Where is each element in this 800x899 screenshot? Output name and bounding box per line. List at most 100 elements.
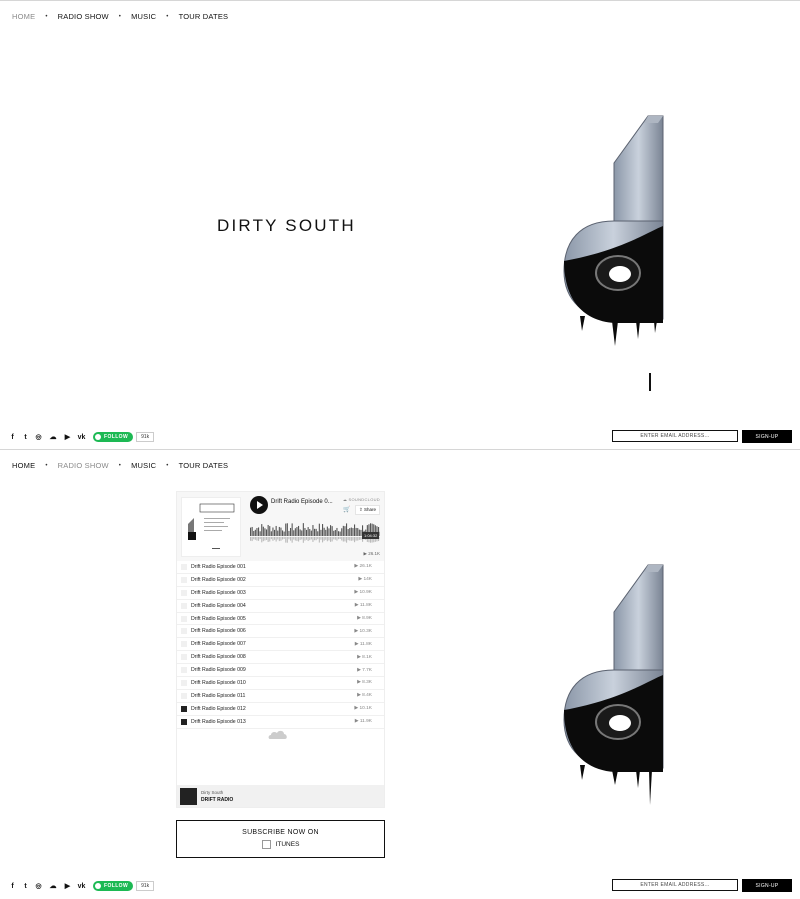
- waveform-reflection: [288, 537, 290, 540]
- share-button[interactable]: ⇪ Share: [355, 505, 381, 515]
- waveform-bar: [269, 526, 271, 536]
- waveform-reflection: [304, 537, 306, 541]
- waveform-reflection: [282, 537, 284, 540]
- vk-icon[interactable]: vk: [76, 433, 87, 442]
- waveform-reflection: [349, 537, 351, 541]
- waveform-reflection: [291, 537, 293, 543]
- twitter-icon[interactable]: t: [21, 882, 30, 891]
- episode-row[interactable]: Drift Radio Episode 002 ▶ 14K: [177, 574, 384, 587]
- waveform-reflection: [261, 537, 263, 543]
- nav-home[interactable]: HOME: [12, 461, 35, 470]
- waveform-reflection: [334, 537, 336, 540]
- episode-row[interactable]: Drift Radio Episode 001 ▶ 26.1K: [177, 561, 384, 574]
- footer-user[interactable]: Dirty South: [201, 790, 223, 795]
- facebook-icon[interactable]: f: [8, 433, 17, 442]
- subscribe-text: SUBSCRIBE NOW ON: [242, 829, 319, 836]
- waveform-bar: [299, 529, 301, 536]
- vk-icon[interactable]: vk: [76, 882, 87, 891]
- footer-playlist[interactable]: DRIFT RADIO: [201, 797, 233, 803]
- episode-row[interactable]: Drift Radio Episode 010 ▶ 8.3K: [177, 677, 384, 690]
- waveform-bar: [302, 523, 304, 536]
- episode-row[interactable]: Drift Radio Episode 012 ▶ 10.1K: [177, 703, 384, 716]
- episode-row[interactable]: Drift Radio Episode 007 ▶ 11.8K: [177, 638, 384, 652]
- episode-row[interactable]: Drift Radio Episode 011 ▶ 8.4K: [177, 690, 384, 703]
- soundcloud-icon[interactable]: [268, 730, 288, 740]
- episode-title: Drift Radio Episode 007: [191, 641, 246, 648]
- waveform-bar: [346, 523, 348, 536]
- nav-tour-dates[interactable]: TOUR DATES: [179, 461, 229, 470]
- episode-title: Drift Radio Episode 011: [191, 692, 246, 699]
- waveform-reflection: [294, 537, 296, 541]
- waveform-reflection: [328, 537, 330, 541]
- avatar[interactable]: [180, 788, 197, 805]
- episode-row[interactable]: Drift Radio Episode 013 ▶ 11.9K: [177, 716, 384, 729]
- waveform-bar: [291, 523, 293, 536]
- episode-row[interactable]: Drift Radio Episode 003 ▶ 10.9K: [177, 587, 384, 600]
- signup-button[interactable]: SIGN-UP: [742, 879, 792, 892]
- nav-radio-show[interactable]: RADIO SHOW: [58, 461, 109, 470]
- itunes-link[interactable]: ITUNES: [177, 840, 384, 849]
- waveform[interactable]: [250, 520, 380, 546]
- waveform-reflection: [312, 537, 314, 542]
- waveform-reflection: [336, 537, 338, 541]
- waveform-reflection: [264, 537, 266, 541]
- home-section: HOME • RADIO SHOW • MUSIC • TOUR DATES D…: [0, 0, 800, 449]
- waveform-reflection: [339, 537, 341, 539]
- episode-row[interactable]: Drift Radio Episode 006 ▶ 10.3K: [177, 625, 384, 639]
- play-button[interactable]: [250, 496, 268, 514]
- cover-art[interactable]: [181, 497, 241, 557]
- email-input[interactable]: [612, 879, 738, 891]
- waveform-reflection: [270, 537, 272, 540]
- waveform-bar: [339, 531, 341, 536]
- itunes-subscribe-box[interactable]: SUBSCRIBE NOW ON ITUNES: [176, 820, 385, 858]
- waveform-bar: [355, 527, 357, 536]
- youtube-icon[interactable]: ▶: [63, 882, 72, 891]
- waveform-bar: [256, 528, 258, 536]
- waveform-bar: [307, 527, 309, 536]
- youtube-icon[interactable]: ▶: [63, 433, 72, 442]
- waveform-reflection: [342, 537, 344, 542]
- episode-row[interactable]: Drift Radio Episode 008 ▶ 8.1K: [177, 651, 384, 665]
- signup-button[interactable]: SIGN-UP: [742, 430, 792, 443]
- episode-title: Drift Radio Episode 009: [191, 667, 246, 674]
- episode-row[interactable]: Drift Radio Episode 005 ▶ 8.9K: [177, 613, 384, 626]
- waveform-reflection: [254, 537, 256, 540]
- waveform-bar: [293, 530, 295, 536]
- waveform-reflection: [258, 537, 260, 541]
- twitter-icon[interactable]: t: [21, 433, 30, 442]
- nav-radio-show[interactable]: RADIO SHOW: [58, 12, 109, 21]
- spotify-follow[interactable]: FOLLOW 91k: [93, 881, 155, 891]
- waveform-bar: [280, 527, 282, 536]
- waveform-bar: [341, 528, 343, 536]
- email-input[interactable]: [612, 430, 738, 442]
- buy-cart-icon[interactable]: 🛒: [343, 506, 350, 513]
- waveform-bar: [274, 529, 276, 536]
- spotify-follow-button[interactable]: FOLLOW: [93, 432, 134, 442]
- nav-music[interactable]: MUSIC: [131, 461, 156, 470]
- waveform-bar: [354, 524, 356, 536]
- nav-tour-dates[interactable]: TOUR DATES: [179, 12, 229, 21]
- episode-row[interactable]: Drift Radio Episode 004 ▶ 11.8K: [177, 600, 384, 613]
- footer-bar: f t ◎ ☁ ▶ vk FOLLOW 91k SIGN-UP: [0, 429, 800, 449]
- soundcloud-brand[interactable]: ☁ SOUNDCLOUD: [343, 497, 380, 502]
- instagram-icon[interactable]: ◎: [34, 882, 43, 891]
- episode-row[interactable]: Drift Radio Episode 009 ▶ 7.7K: [177, 664, 384, 678]
- radio-show-section: HOME • RADIO SHOW • MUSIC • TOUR DATES D…: [0, 449, 800, 899]
- waveform-reflection: [269, 537, 271, 542]
- instagram-icon[interactable]: ◎: [34, 433, 43, 442]
- episode-thumbnail: [181, 667, 187, 674]
- waveform-bar: [264, 528, 266, 536]
- spotify-follow[interactable]: FOLLOW 91k: [93, 432, 155, 442]
- facebook-icon[interactable]: f: [8, 882, 17, 891]
- episode-thumbnail: [181, 615, 187, 622]
- episode-plays: ▶ 11.8K: [355, 642, 372, 647]
- episode-thumbnail: [181, 641, 187, 648]
- track-title[interactable]: Drift Radio Episode 0...: [271, 499, 333, 505]
- soundcloud-icon[interactable]: ☁: [47, 882, 59, 891]
- spotify-follow-button[interactable]: FOLLOW: [93, 881, 134, 891]
- waveform-reflection: [358, 537, 360, 540]
- nav-home[interactable]: HOME: [12, 12, 35, 21]
- nav-music[interactable]: MUSIC: [131, 12, 156, 21]
- episode-plays-count: 8.4K: [362, 693, 372, 699]
- soundcloud-icon[interactable]: ☁: [47, 433, 59, 442]
